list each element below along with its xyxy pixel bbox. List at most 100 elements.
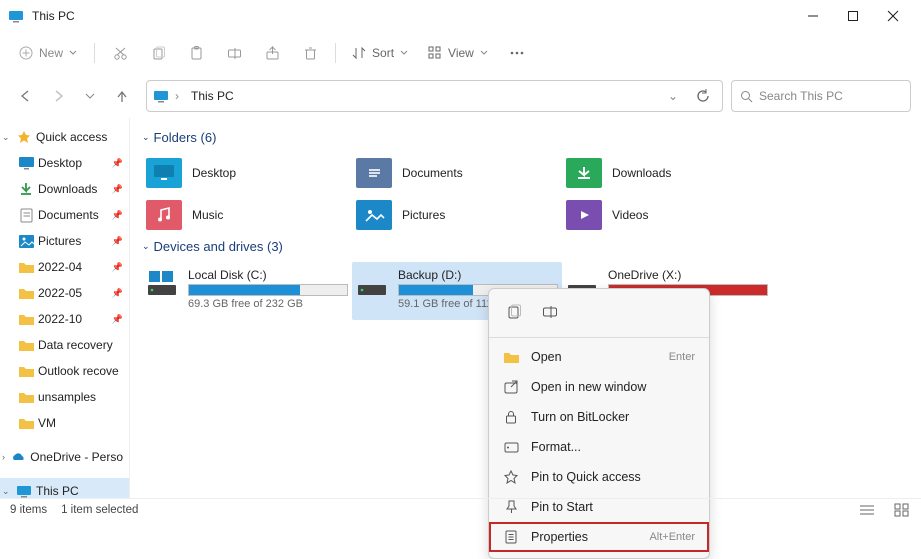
folder-documents[interactable]: Documents <box>352 153 562 193</box>
new-button[interactable]: New <box>10 38 86 68</box>
back-button[interactable] <box>10 80 42 112</box>
drive-free-text: 69.3 GB free of 232 GB <box>188 298 348 310</box>
cut-button[interactable] <box>103 37 137 69</box>
drive-icon <box>503 442 519 453</box>
sidebar-label: This PC <box>36 484 79 498</box>
document-icon <box>18 207 34 223</box>
drives-section-header[interactable]: ⌄ Devices and drives (3) <box>142 239 909 254</box>
drive-c[interactable]: Local Disk (C:) 69.3 GB free of 232 GB <box>142 262 352 320</box>
rename-button[interactable] <box>537 299 563 325</box>
ctx-label: Open in new window <box>531 380 695 394</box>
folder-videos[interactable]: Videos <box>562 195 772 235</box>
sidebar-outlook-recovery[interactable]: Outlook recove <box>0 358 129 384</box>
folder-icon <box>18 337 34 353</box>
folder-icon <box>18 363 34 379</box>
sidebar-documents[interactable]: Documents📌 <box>0 202 129 228</box>
folder-pictures[interactable]: Pictures <box>352 195 562 235</box>
windows-drive-icon <box>146 268 178 298</box>
thumbnails-view-button[interactable] <box>891 501 911 519</box>
folder-label: Downloads <box>612 166 671 180</box>
folder-desktop[interactable]: Desktop <box>142 153 352 193</box>
ctx-format[interactable]: Format... <box>489 432 709 462</box>
folder-label: Desktop <box>192 166 236 180</box>
forward-button[interactable] <box>42 80 74 112</box>
address-bar[interactable]: › This PC ⌄ <box>146 80 723 112</box>
sidebar: ⌄ Quick access Desktop📌 Downloads📌 Docum… <box>0 118 130 498</box>
chevron-right-icon: › <box>175 89 179 103</box>
drive-name: Backup (D:) <box>398 268 558 282</box>
folder-icon <box>18 285 34 301</box>
sidebar-label: 2022-04 <box>38 260 82 274</box>
ctx-open[interactable]: Open Enter <box>489 342 709 372</box>
ctx-open-new-window[interactable]: Open in new window <box>489 372 709 402</box>
pin-icon: 📌 <box>112 184 123 195</box>
view-button[interactable]: View <box>420 37 496 69</box>
ctx-label: Turn on BitLocker <box>531 410 695 424</box>
details-view-button[interactable] <box>857 501 877 519</box>
search-placeholder: Search This PC <box>759 89 843 103</box>
close-button[interactable] <box>873 2 913 30</box>
this-pc-icon <box>16 483 32 498</box>
sidebar-label: Desktop <box>38 156 82 170</box>
sidebar-downloads[interactable]: Downloads📌 <box>0 176 129 202</box>
sidebar-pictures[interactable]: Pictures📌 <box>0 228 129 254</box>
properties-icon <box>503 530 519 544</box>
star-icon <box>503 470 519 484</box>
ctx-bitlocker[interactable]: Turn on BitLocker <box>489 402 709 432</box>
folder-label: Music <box>192 208 223 222</box>
more-button[interactable] <box>500 37 534 69</box>
copy-button[interactable] <box>501 299 527 325</box>
share-button[interactable] <box>255 37 289 69</box>
lock-icon <box>503 410 519 424</box>
sidebar-onedrive[interactable]: › OneDrive - Perso <box>0 444 129 470</box>
folder-icon <box>18 389 34 405</box>
this-pc-icon <box>8 8 24 24</box>
chevron-down-icon[interactable]: ⌄ <box>2 486 12 497</box>
sidebar-label: Pictures <box>38 234 81 248</box>
section-title: Devices and drives (3) <box>154 239 283 254</box>
folder-label: Videos <box>612 208 648 222</box>
folder-downloads[interactable]: Downloads <box>562 153 772 193</box>
documents-icon <box>356 158 392 188</box>
videos-icon <box>566 200 602 230</box>
titlebar: This PC <box>0 0 921 32</box>
folder-icon <box>503 351 519 363</box>
ctx-properties[interactable]: Properties Alt+Enter <box>489 522 709 552</box>
sidebar-2022-10[interactable]: 2022-10📌 <box>0 306 129 332</box>
paste-button[interactable] <box>179 37 213 69</box>
chevron-right-icon[interactable]: › <box>2 452 6 462</box>
sidebar-data-recovery[interactable]: Data recovery <box>0 332 129 358</box>
copy-button[interactable] <box>141 37 175 69</box>
folders-section-header[interactable]: ⌄ Folders (6) <box>142 130 909 145</box>
chevron-down-icon[interactable]: ⌄ <box>668 89 678 103</box>
ctx-label: Pin to Quick access <box>531 470 695 484</box>
sidebar-vm[interactable]: VM <box>0 410 129 436</box>
sidebar-2022-05[interactable]: 2022-05📌 <box>0 280 129 306</box>
refresh-button[interactable] <box>690 89 716 103</box>
folder-music[interactable]: Music <box>142 195 352 235</box>
pictures-icon <box>18 233 34 249</box>
recent-button[interactable] <box>74 80 106 112</box>
sidebar-this-pc[interactable]: ⌄ This PC <box>0 478 129 498</box>
minimize-button[interactable] <box>793 2 833 30</box>
folder-icon <box>18 259 34 275</box>
pin-icon: 📌 <box>112 288 123 299</box>
sidebar-unsamples[interactable]: unsamples <box>0 384 129 410</box>
cloud-icon <box>10 449 26 465</box>
ctx-pin-quick-access[interactable]: Pin to Quick access <box>489 462 709 492</box>
pictures-icon <box>356 200 392 230</box>
chevron-down-icon[interactable]: ⌄ <box>2 132 12 143</box>
maximize-button[interactable] <box>833 2 873 30</box>
sidebar-quick-access[interactable]: ⌄ Quick access <box>0 124 129 150</box>
new-label: New <box>39 46 63 60</box>
breadcrumb[interactable]: This PC <box>191 89 662 103</box>
sidebar-desktop[interactable]: Desktop📌 <box>0 150 129 176</box>
sort-button[interactable]: Sort <box>344 37 416 69</box>
sidebar-2022-04[interactable]: 2022-04📌 <box>0 254 129 280</box>
rename-button[interactable] <box>217 37 251 69</box>
search-box[interactable]: Search This PC <box>731 80 911 112</box>
delete-button[interactable] <box>293 37 327 69</box>
drive-icon <box>356 268 388 298</box>
ctx-label: Format... <box>531 440 695 454</box>
up-button[interactable] <box>106 80 138 112</box>
